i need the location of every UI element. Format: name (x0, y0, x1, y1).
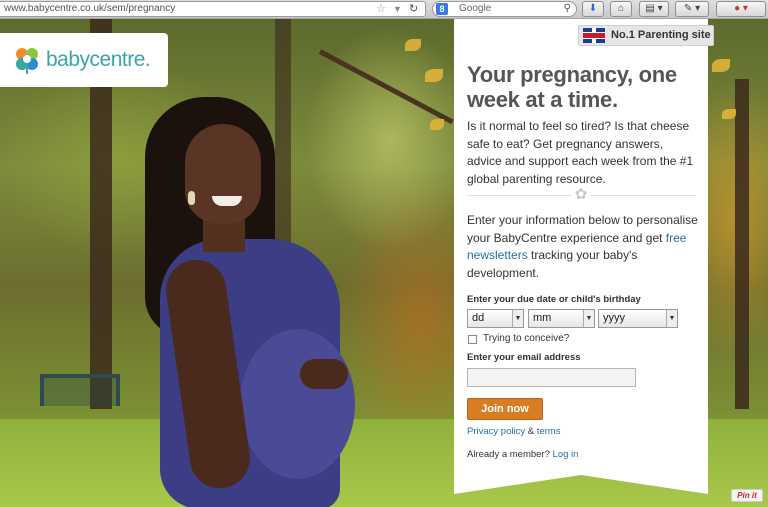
legal-links: Privacy policy & terms (467, 426, 560, 437)
browser-toolbar: www.babycentre.co.uk/sem/pregnancy ☆ ▼ ↻… (0, 0, 768, 19)
firefox-menu-icon[interactable]: ● ▾ (716, 1, 766, 17)
chevron-down-icon: ▼ (512, 310, 523, 327)
leaf (405, 39, 421, 51)
chevron-down-icon: ▼ (583, 310, 594, 327)
address-bar[interactable]: www.babycentre.co.uk/sem/pregnancy ☆ ▼ ↻ (0, 1, 426, 17)
month-value: mm (533, 312, 552, 324)
personalise-before: Enter your information below to personal… (467, 213, 698, 245)
trying-to-conceive-checkbox[interactable] (468, 335, 477, 344)
day-select[interactable]: dd ▼ (467, 309, 524, 328)
year-select[interactable]: yyyy ▼ (598, 309, 678, 328)
uk-flag-icon (583, 28, 605, 43)
year-value: yyyy (603, 312, 625, 324)
download-icon[interactable]: ⬇ (582, 1, 604, 17)
page-title: Your pregnancy, one week at a time. (467, 62, 677, 112)
tree-trunk (735, 79, 749, 409)
due-date-label: Enter your due date or child's birthday (467, 294, 641, 305)
intro-text: Is it normal to feel so tired? Is that c… (467, 119, 694, 186)
month-select[interactable]: mm ▼ (528, 309, 595, 328)
tree-branch (318, 49, 454, 125)
woman-belly (240, 329, 355, 479)
history-dropdown-icon[interactable]: ▼ (393, 2, 402, 16)
logo-leaf-icon (16, 48, 38, 74)
badge-text: No.1 Parenting site (611, 29, 711, 41)
leaf-divider-icon: ✿ (572, 186, 590, 204)
terms-link[interactable]: terms (537, 426, 561, 437)
pin-it-button[interactable]: Pin it (731, 489, 763, 502)
email-field[interactable] (467, 368, 636, 387)
trying-to-conceive-label[interactable]: Trying to conceive? (483, 333, 569, 344)
woman-face (185, 124, 261, 224)
amp-text: & (525, 426, 537, 437)
google-engine-icon[interactable]: 8 (436, 3, 448, 15)
leaf (425, 69, 443, 82)
reload-icon[interactable]: ↻ (409, 2, 418, 16)
earring (188, 191, 195, 205)
search-box[interactable]: 8 Google ⚲ (432, 1, 577, 17)
woman-hand (300, 359, 348, 389)
park-bench (40, 374, 120, 406)
bookmark-star-icon[interactable]: ☆ (376, 2, 386, 16)
parenting-site-badge: No.1 Parenting site (578, 25, 714, 46)
search-placeholder: Google (459, 3, 492, 14)
chevron-down-icon: ▼ (666, 310, 677, 327)
leaf (722, 109, 736, 119)
already-member-text: Already a member? Log in (467, 449, 578, 460)
bookmarks-menu-icon[interactable]: ▤ ▾ (639, 1, 669, 17)
search-icon[interactable]: ⚲ (564, 2, 571, 16)
addons-menu-icon[interactable]: ✎ ▾ (675, 1, 709, 17)
email-label: Enter your email address (467, 352, 581, 363)
join-now-button[interactable]: Join now (467, 398, 543, 420)
leaf (712, 59, 730, 72)
logo-wordmark: babycentre. (46, 48, 151, 71)
privacy-policy-link[interactable]: Privacy policy (467, 426, 525, 437)
url-text: www.babycentre.co.uk/sem/pregnancy (4, 3, 176, 14)
leaf (430, 119, 444, 130)
day-value: dd (472, 312, 485, 324)
personalise-text: Enter your information below to personal… (467, 212, 699, 282)
login-link[interactable]: Log in (553, 449, 579, 460)
babycentre-logo[interactable]: babycentre. (0, 33, 168, 87)
member-text: Already a member? (467, 449, 553, 460)
home-icon[interactable]: ⌂ (610, 1, 632, 17)
